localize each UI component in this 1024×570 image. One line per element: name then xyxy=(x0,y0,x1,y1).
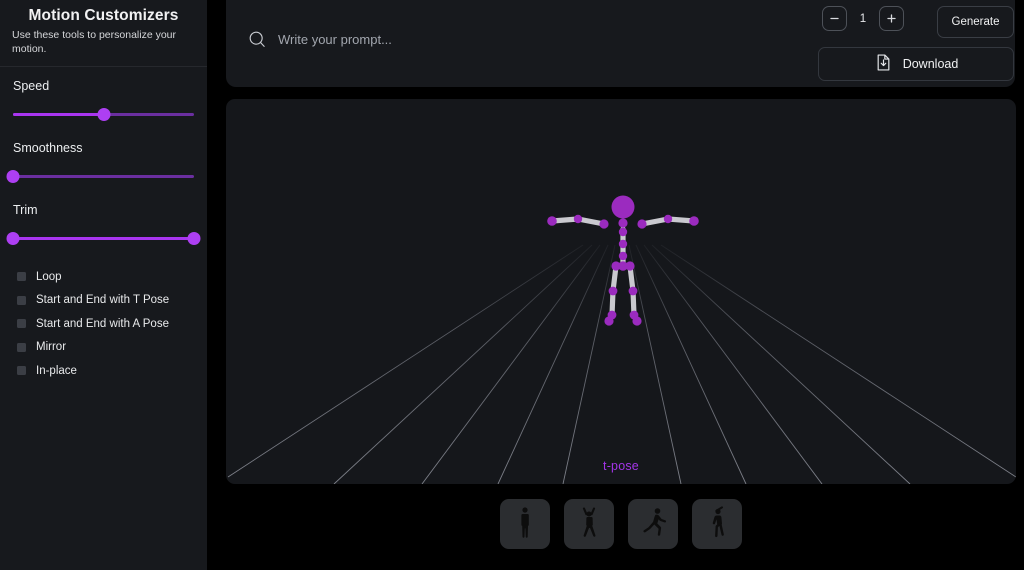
checkbox-in-place[interactable] xyxy=(17,366,26,376)
checkbox-row-loop[interactable]: Loop xyxy=(13,265,194,289)
page-subtitle: Use these tools to personalize your moti… xyxy=(12,29,177,55)
checkbox-a-pose[interactable] xyxy=(17,319,26,329)
pose-preset-walking[interactable] xyxy=(692,499,742,549)
download-button-label: Download xyxy=(902,57,959,71)
checkbox-loop[interactable] xyxy=(17,272,26,282)
person-arms-up-icon xyxy=(573,505,605,544)
prompt-field-group xyxy=(248,30,698,49)
pose-preset-standing[interactable] xyxy=(500,499,550,549)
checkbox-mirror-label: Mirror xyxy=(36,341,67,354)
checkbox-row-mirror[interactable]: Mirror xyxy=(13,336,194,360)
generate-button[interactable]: Generate xyxy=(937,6,1014,38)
checkbox-mirror[interactable] xyxy=(17,342,26,352)
slider-trim[interactable]: Trim xyxy=(6,203,201,246)
viewport-grid xyxy=(226,195,1016,484)
checkbox-row-a-pose[interactable]: Start and End with A Pose xyxy=(13,312,194,336)
motion-viewport[interactable]: t-pose xyxy=(226,99,1016,484)
sidebar-header: Motion Customizers Use these tools to pe… xyxy=(0,0,207,66)
slider-track-fill xyxy=(13,113,104,116)
slider-track-base xyxy=(13,175,194,178)
slider-trim-thumb-end[interactable] xyxy=(187,231,201,245)
person-walking-icon xyxy=(702,505,732,544)
pose-label: t-pose xyxy=(603,459,639,473)
increment-button[interactable] xyxy=(879,6,904,31)
slider-smoothness-label: Smoothness xyxy=(13,141,83,155)
sidebar: Motion Customizers Use these tools to pe… xyxy=(0,0,207,570)
count-stepper: 1 xyxy=(822,6,904,31)
checkbox-a-pose-label: Start and End with A Pose xyxy=(36,317,169,330)
slider-speed-thumb[interactable] xyxy=(97,107,110,121)
slider-speed-label: Speed xyxy=(13,79,50,93)
pose-preset-list xyxy=(500,499,742,549)
sidebar-controls: Speed Smoothness Trim Loop Start and End… xyxy=(0,67,207,383)
slider-track-fill xyxy=(13,237,194,240)
slider-trim-thumb-start[interactable] xyxy=(6,231,20,245)
slider-smoothness-track[interactable] xyxy=(6,168,194,184)
search-icon xyxy=(248,30,267,49)
app-root: Motion Customizers Use these tools to pe… xyxy=(0,0,1024,570)
page-title: Motion Customizers xyxy=(28,7,179,24)
checkbox-row-t-pose[interactable]: Start and End with T Pose xyxy=(13,289,194,313)
prompt-input[interactable] xyxy=(278,32,698,47)
download-button[interactable]: Download xyxy=(818,47,1014,81)
person-running-icon xyxy=(636,506,670,543)
checkbox-row-in-place[interactable]: In-place xyxy=(13,359,194,383)
decrement-button[interactable] xyxy=(822,6,847,31)
file-download-icon xyxy=(874,53,893,75)
options-checkbox-group: Loop Start and End with T Pose Start and… xyxy=(13,265,194,383)
person-standing-icon xyxy=(510,505,540,544)
checkbox-t-pose-label: Start and End with T Pose xyxy=(36,294,170,307)
slider-smoothness[interactable]: Smoothness xyxy=(6,141,194,184)
checkbox-t-pose[interactable] xyxy=(17,295,26,305)
joint-head xyxy=(611,195,635,219)
slider-speed-track[interactable] xyxy=(13,106,194,122)
count-value: 1 xyxy=(859,12,867,25)
slider-trim-track[interactable] xyxy=(6,230,201,246)
pose-preset-running[interactable] xyxy=(628,499,678,549)
slider-smoothness-thumb[interactable] xyxy=(6,169,20,183)
pose-preset-jumping-jack[interactable] xyxy=(564,499,614,549)
slider-speed[interactable]: Speed xyxy=(13,79,194,122)
checkbox-in-place-label: In-place xyxy=(36,364,77,377)
checkbox-loop-label: Loop xyxy=(36,270,62,283)
slider-trim-label: Trim xyxy=(13,203,38,217)
